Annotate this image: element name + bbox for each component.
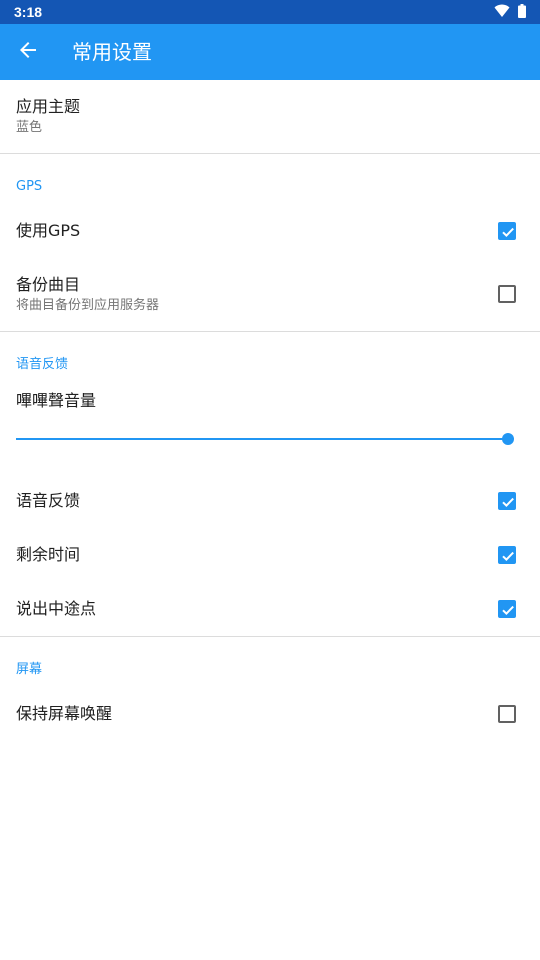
divider xyxy=(0,331,540,332)
keep-screen-awake-label: 保持屏幕唤醒 xyxy=(16,704,113,723)
check-icon xyxy=(502,551,514,562)
wifi-icon xyxy=(494,3,510,22)
voice-feedback-label: 语音反馈 xyxy=(16,491,81,510)
divider xyxy=(0,153,540,154)
voice-feedback-checkbox[interactable] xyxy=(498,492,516,510)
use-gps-checkbox[interactable] xyxy=(498,222,516,240)
check-icon xyxy=(502,227,514,238)
section-header-gps: GPS xyxy=(16,179,43,194)
theme-title: 应用主题 xyxy=(16,97,81,116)
section-header-screen: 屏幕 xyxy=(16,662,43,677)
section-header-voice: 语音反馈 xyxy=(16,357,69,372)
app-bar: 常用设置 xyxy=(0,24,540,80)
beep-volume-slider-track[interactable] xyxy=(16,438,508,440)
backup-tracks-label: 备份曲目 xyxy=(16,275,81,294)
keep-screen-awake-checkbox[interactable] xyxy=(498,705,516,723)
status-bar: 3:18 xyxy=(0,0,540,24)
beep-volume-slider-thumb[interactable] xyxy=(502,433,514,445)
keep-screen-awake-setting[interactable]: 保持屏幕唤醒 xyxy=(0,687,540,741)
theme-value: 蓝色 xyxy=(16,120,43,135)
beep-volume-label: 嗶嗶聲音量 xyxy=(16,391,97,410)
use-gps-setting[interactable]: 使用GPS xyxy=(0,204,540,258)
page-title: 常用设置 xyxy=(72,40,152,64)
backup-tracks-subtitle: 将曲目备份到应用服务器 xyxy=(16,298,160,313)
backup-tracks-checkbox[interactable] xyxy=(498,285,516,303)
battery-icon xyxy=(518,3,526,22)
speak-waypoints-setting[interactable]: 说出中途点 xyxy=(0,582,540,636)
remaining-time-label: 剩余时间 xyxy=(16,545,81,564)
check-icon xyxy=(502,497,514,508)
theme-setting[interactable]: 应用主题 蓝色 xyxy=(0,80,540,153)
speak-waypoints-label: 说出中途点 xyxy=(16,599,97,618)
divider xyxy=(0,636,540,637)
arrow-left-icon xyxy=(18,40,38,64)
backup-tracks-setting[interactable]: 备份曲目 将曲目备份到应用服务器 xyxy=(0,258,540,328)
status-icons xyxy=(494,3,526,22)
remaining-time-setting[interactable]: 剩余时间 xyxy=(0,528,540,582)
use-gps-label: 使用GPS xyxy=(16,221,81,240)
remaining-time-checkbox[interactable] xyxy=(498,546,516,564)
beep-volume-setting: 嗶嗶聲音量 xyxy=(0,380,540,470)
status-time: 3:18 xyxy=(14,4,43,20)
voice-feedback-setting[interactable]: 语音反馈 xyxy=(0,474,540,528)
speak-waypoints-checkbox[interactable] xyxy=(498,600,516,618)
check-icon xyxy=(502,605,514,616)
back-button[interactable] xyxy=(12,36,44,68)
